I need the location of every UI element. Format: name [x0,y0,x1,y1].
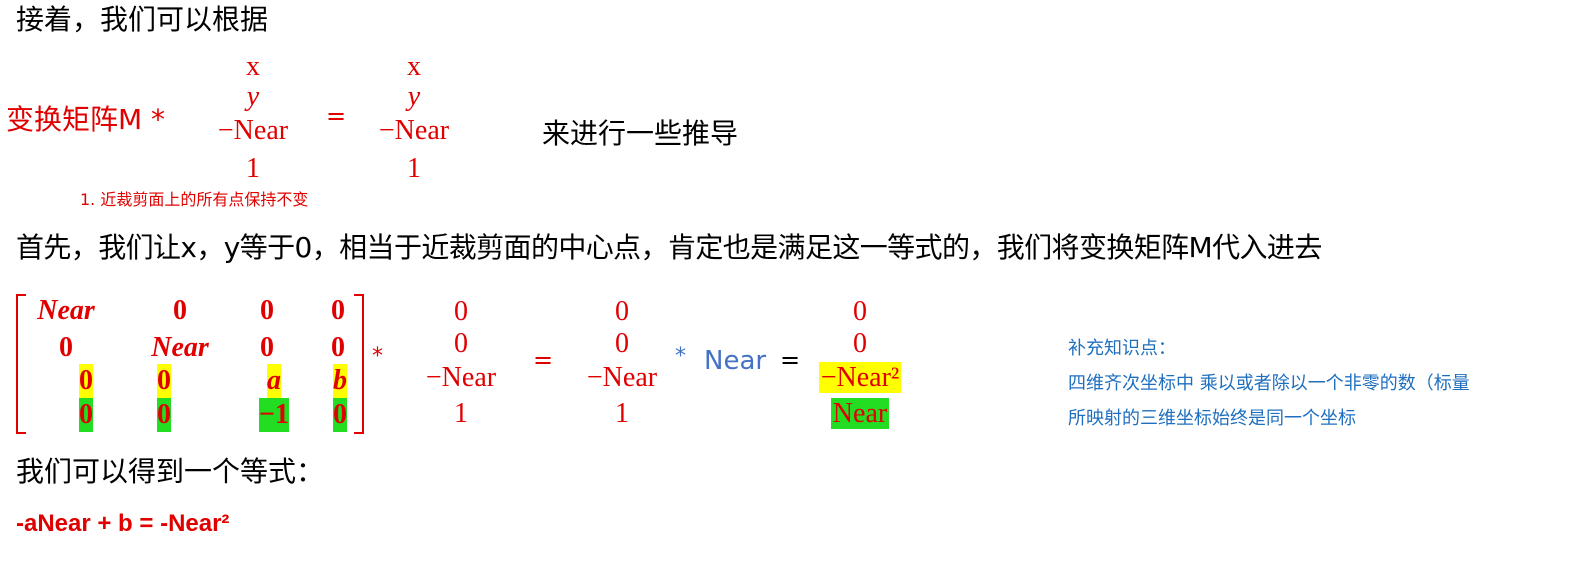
matrix-cell: Near [151,332,209,363]
matrix-cell-b: b [333,364,347,398]
vector-result-y: 0 [853,328,867,359]
side-note-line-1: 四维齐次坐标中 乘以或者除以一个非零的数（标量 [1068,373,1470,394]
multiply-sign-2: * [675,344,686,369]
scalar-near: Near [704,346,767,376]
vector-left-y: y [246,81,260,112]
explanation-text: 首先，我们让x，y等于0，相当于近裁剪面的中心点，肯定也是满足这一等式的，我们将… [16,231,1322,264]
matrix-cell-highlighted: 0 [79,364,93,398]
vector-left-w: 1 [246,153,260,184]
vector-left: x y −Near 1 [205,50,301,186]
vector-left-x: x [246,51,260,82]
matrix-cell: 0 [331,295,345,326]
vector-right-x: x [407,51,421,82]
matrix-cell-highlighted: 0 [79,398,93,432]
transform-matrix: Near 0 0 0 0 Near 0 0 0 0 a b 0 0 −1 0 [16,294,364,434]
matrix-left-bracket [16,294,26,434]
matrix-cell: 0 [173,295,187,326]
vector-center-1-x: 0 [454,296,468,327]
intro-text: 接着，我们可以根据 [16,3,269,36]
vector-center-2-y: 0 [615,328,629,359]
vector-center-2: 0 0 −Near 1 [574,295,670,431]
side-note-title: 补充知识点： [1068,338,1176,359]
matrix-cell: 0 [331,332,345,363]
matrix-cell-highlighted: −1 [259,398,289,432]
vector-result-w: Near [830,398,890,429]
matrix-cell-highlighted: 0 [157,398,171,432]
derivation-text: 来进行一些推导 [542,117,739,150]
equals-sign-3: = [780,346,801,374]
note-near-plane: 1. 近裁剪面上的所有点保持不变 [80,190,309,209]
vector-center-2-x: 0 [615,296,629,327]
result-equation: -aNear + b = -Near² [16,510,230,537]
vector-result: 0 0 −Near² Near [806,295,914,431]
vector-right-w: 1 [407,153,421,184]
equals-sign-1: = [326,102,347,130]
vector-right: x y −Near 1 [366,50,462,186]
vector-result-z: −Near² [818,362,902,393]
matrix-cell-highlighted: 0 [157,364,171,398]
transform-matrix-label: 变换矩阵M * [6,103,166,136]
matrix-cell: 0 [59,332,73,363]
vector-result-x: 0 [853,296,867,327]
vector-center-1: 0 0 −Near 1 [413,295,509,431]
side-note-line-2: 所映射的三维坐标始终是同一个坐标 [1068,408,1356,429]
vector-right-y: y [407,81,421,112]
vector-right-z: −Near [378,115,450,146]
vector-center-2-z: −Near [586,362,658,393]
vector-center-1-w: 1 [454,398,468,429]
equals-sign-2: = [533,346,554,374]
vector-left-z: −Near [217,115,289,146]
multiply-sign-1: * [372,344,383,369]
matrix-right-bracket [354,294,364,434]
vector-center-2-w: 1 [615,398,629,429]
matrix-cell: Near [37,295,95,326]
matrix-cell: 0 [260,332,274,363]
matrix-cell: 0 [260,295,274,326]
result-intro-text: 我们可以得到一个等式： [16,455,325,488]
vector-center-1-z: −Near [425,362,497,393]
matrix-cell-highlighted: 0 [333,398,347,432]
matrix-cell-a: a [267,364,281,398]
vector-center-1-y: 0 [454,328,468,359]
